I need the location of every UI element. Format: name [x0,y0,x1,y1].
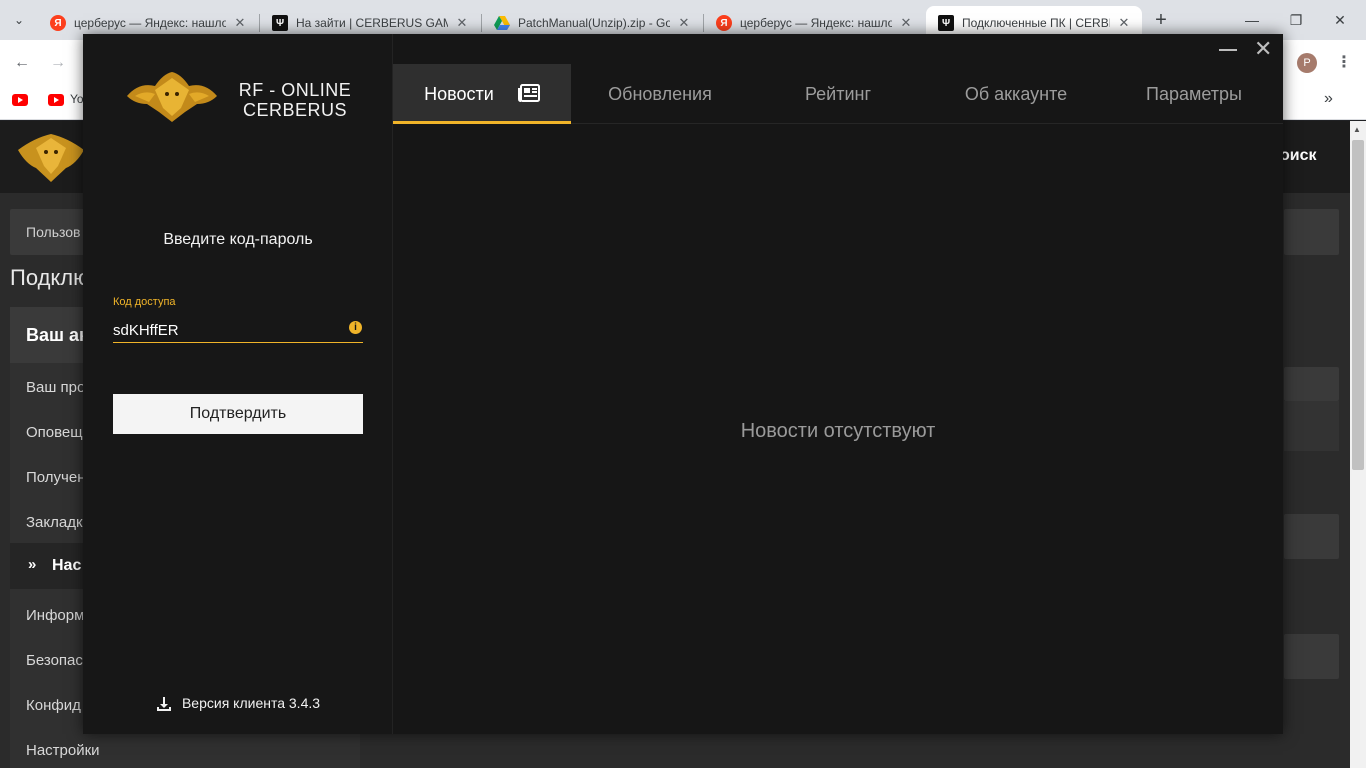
tab-settings[interactable]: Параметры [1105,64,1283,124]
sidebar-item[interactable]: Закладк [26,514,83,531]
login-panel: RF - ONLINE CERBERUS Введите код-пароль … [83,34,393,734]
yandex-icon: Я [716,15,732,31]
sidebar-item[interactable]: Ваш про [26,379,85,396]
sidebar-item[interactable]: Оповещ [26,424,83,441]
close-icon[interactable]: ✕ [1116,15,1132,31]
tab-title: PatchManual(Unzip).zip - Go [518,16,670,30]
profile-avatar[interactable]: P [1297,53,1317,73]
confirm-button[interactable]: Подтвердить [113,394,363,434]
launcher-window: ✕ RF - ONLINE CERBERUS Введите код-парол… [83,34,1283,734]
cerberus-logo-icon[interactable] [16,130,86,182]
tab-title: церберус — Яндекс: нашло [74,16,226,30]
tab-title: Подключенные ПК | CERBE [962,16,1110,30]
tab-news[interactable]: Новости [393,64,571,124]
passcode-prompt: Введите код-пароль [163,231,313,248]
sidebar-item-label: Нас [52,557,82,574]
cerberus-icon: Ψ [272,15,288,31]
content-panel [1284,634,1339,679]
sidebar-item[interactable]: Конфид [26,697,81,714]
double-chevron-right-icon: » [28,556,37,573]
tab-title: церберус — Яндекс: нашло [740,16,892,30]
new-tab-button[interactable]: + [1150,8,1172,32]
news-empty-message: Новости отсутствуют [740,420,936,442]
client-version: Версия клиента 3.4.3 [83,695,393,712]
minimize-icon[interactable] [1219,40,1237,58]
content-panel [1284,514,1339,559]
tab-updates[interactable]: Обновления [571,64,749,124]
back-arrow-icon[interactable]: ← [10,52,34,74]
sidebar-header-label: Ваш ак [26,325,89,345]
bookmark-label[interactable]: Yo [70,92,84,106]
google-drive-icon [494,15,510,31]
youtube-icon[interactable] [12,94,28,106]
info-icon[interactable]: i [349,321,362,334]
tab-search-button[interactable]: ⌄ [6,8,32,32]
cerberus-icon: Ψ [938,15,954,31]
close-icon[interactable]: ✕ [454,15,470,31]
download-icon [156,697,171,712]
content-panel [1284,367,1339,401]
newspaper-icon [517,84,540,103]
scrollbar-thumb[interactable] [1352,140,1364,470]
tab-label: Новости [424,84,494,104]
close-window-icon[interactable]: ✕ [1320,8,1360,32]
site-search-link[interactable]: оиск [1280,147,1317,165]
close-icon[interactable]: ✕ [898,15,914,31]
youtube-icon[interactable] [48,94,64,106]
bookmarks-overflow-icon[interactable]: » [1324,90,1333,108]
close-icon[interactable]: ✕ [1254,38,1272,60]
scroll-up-icon[interactable]: ▲ [1353,125,1361,134]
content-panel [1284,401,1339,451]
brand-line: RF - ONLINE [238,80,352,100]
breadcrumb-item[interactable]: Пользов [26,224,81,240]
access-code-input[interactable] [113,319,363,343]
page-title: Подклю [10,265,90,290]
sidebar-item[interactable]: Информ [26,607,84,624]
sidebar-item[interactable]: Безопас [26,652,83,669]
restore-window-icon[interactable]: ❐ [1276,8,1316,32]
tab-title: На зайти | CERBERUS GAME [296,16,448,30]
access-code-label: Код доступа [113,296,176,308]
minimize-window-icon[interactable]: — [1232,8,1272,32]
yandex-icon: Я [50,15,66,31]
browser-menu-icon[interactable]: ⋮ [1334,52,1354,74]
close-icon[interactable]: ✕ [676,15,692,31]
client-version-text: Версия клиента 3.4.3 [181,695,321,711]
sidebar-item[interactable]: Получен [26,469,86,486]
tab-account[interactable]: Об аккаунте [927,64,1105,124]
content-panel [1284,209,1339,255]
forward-arrow-icon[interactable]: → [46,52,70,74]
brand-line: CERBERUS [242,100,348,120]
launcher-tabs: Новости Обновления Рейтинг Об аккаунте П… [393,64,1283,124]
close-icon[interactable]: ✕ [232,15,248,31]
cerberus-logo-icon [127,72,217,122]
brand-title: RF - ONLINE CERBERUS [235,80,355,120]
tab-rating[interactable]: Рейтинг [749,64,927,124]
sidebar-item[interactable]: Настройки [26,742,100,759]
